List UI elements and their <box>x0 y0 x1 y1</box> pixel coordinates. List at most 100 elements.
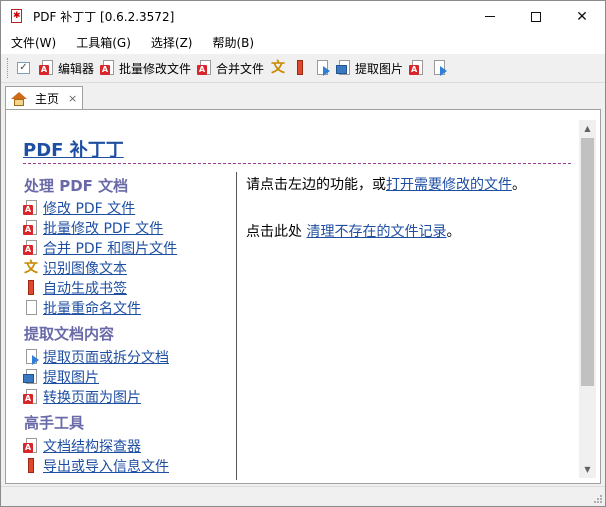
link-label: 合并 PDF 和图片文件 <box>43 241 178 257</box>
pdf-batch-icon: A <box>100 60 116 76</box>
checkbox-icon: ✓ <box>17 60 33 76</box>
function-list: 处理 PDF 文档 A 修改 PDF 文件 A 批量修改 PDF 文件 A 合并… <box>14 172 229 480</box>
app-window: ✱ PDF 补丁丁 [0.6.2.3572] ✕ 文件(W) 工具箱(G) 选择… <box>0 0 606 507</box>
tab-home[interactable]: 主页 × <box>5 86 83 110</box>
welcome-line-2-text: 点击此处 <box>246 224 307 240</box>
menu-toolbox[interactable]: 工具箱(G) <box>66 32 141 54</box>
toggle-button[interactable]: ✓ <box>14 56 36 80</box>
home-icon <box>11 91 27 106</box>
menu-file[interactable]: 文件(W) <box>1 32 66 54</box>
render-pages-button[interactable]: A <box>406 56 428 80</box>
link-modify-pdf[interactable]: A 修改 PDF 文件 <box>23 198 135 218</box>
bookmark-button[interactable] <box>289 56 311 80</box>
welcome-line-1: 请点击左边的功能，或打开需要修改的文件。 <box>246 174 526 194</box>
link-label: 批量重命名文件 <box>43 301 141 317</box>
status-bar <box>1 486 605 506</box>
link-label: 转换页面为图片 <box>43 390 141 406</box>
toolbar-grip[interactable] <box>7 58 10 78</box>
section-heading-extract: 提取文档内容 <box>24 325 115 343</box>
export-info-icon <box>23 458 39 474</box>
tab-close-icon[interactable]: × <box>68 92 77 105</box>
bookmark-icon <box>23 280 39 296</box>
extract-pages-icon <box>23 349 39 365</box>
resize-grip-icon[interactable] <box>593 494 603 504</box>
link-label: 导出或导入信息文件 <box>43 459 169 475</box>
link-label: 识别图像文本 <box>43 261 127 277</box>
link-export-info[interactable]: 导出或导入信息文件 <box>23 456 169 476</box>
minimize-icon <box>485 16 495 17</box>
menu-bar: 文件(W) 工具箱(G) 选择(Z) 帮助(B) <box>1 32 605 54</box>
extract-images-icon <box>336 60 352 76</box>
link-label: 提取页面或拆分文档 <box>43 350 169 366</box>
ocr-icon: 文 <box>271 60 286 76</box>
inspector-icon: A <box>23 438 39 454</box>
link-label: 提取图片 <box>43 370 99 386</box>
editor-label: 编辑器 <box>58 61 95 76</box>
section-heading-expert: 高手工具 <box>24 414 85 432</box>
link-ocr[interactable]: 文 识别图像文本 <box>23 258 127 278</box>
merge-icon: A <box>197 60 213 76</box>
link-batch-modify[interactable]: A 批量修改 PDF 文件 <box>23 218 163 238</box>
rename-icon <box>23 300 39 316</box>
export-button[interactable] <box>428 56 450 80</box>
ocr-button[interactable]: 文 <box>267 56 289 80</box>
welcome-line-2-end: 。 <box>446 224 461 240</box>
export-icon <box>431 60 448 76</box>
tab-bar: 主页 × <box>1 83 605 110</box>
scroll-up-icon[interactable]: ▲ <box>579 120 596 137</box>
minimize-button[interactable] <box>467 1 513 32</box>
batch-modify-label: 批量修改文件 <box>119 61 192 76</box>
link-merge[interactable]: A 合并 PDF 和图片文件 <box>23 238 177 258</box>
maximize-button[interactable] <box>513 1 559 32</box>
page-title[interactable]: PDF 补丁丁 <box>23 136 124 162</box>
link-label: 文档结构探查器 <box>43 439 141 455</box>
window-title: PDF 补丁丁 [0.6.2.3572] <box>33 10 175 24</box>
menu-help[interactable]: 帮助(B) <box>203 32 265 54</box>
title-divider <box>23 163 571 164</box>
close-button[interactable]: ✕ <box>559 1 605 32</box>
menu-select[interactable]: 选择(Z) <box>141 32 203 54</box>
merge-icon: A <box>23 240 39 256</box>
link-label: 修改 PDF 文件 <box>43 201 136 217</box>
toolbar: ✓ A 编辑器 A 批量修改文件 A 合并文件 文 提取图片 A <box>1 54 605 83</box>
scroll-down-icon[interactable]: ▼ <box>579 461 596 478</box>
link-extract-images[interactable]: 提取图片 <box>23 367 99 387</box>
extract-images-button[interactable]: 提取图片 <box>333 56 406 80</box>
render-pages-icon: A <box>23 389 39 405</box>
batch-modify-button[interactable]: A 批量修改文件 <box>97 56 194 80</box>
home-content: PDF 补丁丁 处理 PDF 文档 A 修改 PDF 文件 A 批量修改 PDF… <box>14 120 579 480</box>
link-bookmarks[interactable]: 自动生成书签 <box>23 278 127 298</box>
open-file-link[interactable]: 打开需要修改的文件 <box>386 177 512 193</box>
link-label: 批量修改 PDF 文件 <box>43 221 164 237</box>
clear-records-link[interactable]: 清理不存在的文件记录 <box>306 224 446 240</box>
bookmark-icon <box>292 60 308 76</box>
extract-pages-icon <box>314 60 331 76</box>
extract-pages-button[interactable] <box>311 56 333 80</box>
scroll-thumb[interactable] <box>581 138 594 386</box>
home-page: PDF 补丁丁 处理 PDF 文档 A 修改 PDF 文件 A 批量修改 PDF… <box>5 109 601 484</box>
welcome-line-2: 点击此处 清理不存在的文件记录。 <box>246 221 460 241</box>
close-icon: ✕ <box>576 8 588 25</box>
editor-button[interactable]: A 编辑器 <box>36 56 97 80</box>
column-divider <box>236 172 237 480</box>
pdf-app-icon: ✱ <box>11 8 22 23</box>
maximize-icon <box>531 11 541 22</box>
welcome-line-1-text: 请点击左边的功能，或 <box>246 177 386 193</box>
pdf-edit-icon: A <box>39 60 55 76</box>
link-rename[interactable]: 批量重命名文件 <box>23 298 141 318</box>
link-inspector[interactable]: A 文档结构探查器 <box>23 436 141 456</box>
merge-label: 合并文件 <box>216 61 265 76</box>
extract-images-label: 提取图片 <box>355 61 404 76</box>
pdf-batch-icon: A <box>23 220 39 236</box>
merge-button[interactable]: A 合并文件 <box>194 56 267 80</box>
welcome-line-1-end: 。 <box>512 177 526 193</box>
section-heading-process: 处理 PDF 文档 <box>24 177 129 195</box>
title-bar: ✱ PDF 补丁丁 [0.6.2.3572] ✕ <box>1 1 605 32</box>
link-label: 自动生成书签 <box>43 281 127 297</box>
pdf-page-icon: A <box>23 200 39 216</box>
link-render-pages[interactable]: A 转换页面为图片 <box>23 387 141 407</box>
ocr-icon: 文 <box>24 260 38 276</box>
link-extract-pages[interactable]: 提取页面或拆分文档 <box>23 347 169 367</box>
vertical-scrollbar[interactable]: ▲ ▼ <box>579 120 596 478</box>
render-pages-icon: A <box>409 60 425 76</box>
